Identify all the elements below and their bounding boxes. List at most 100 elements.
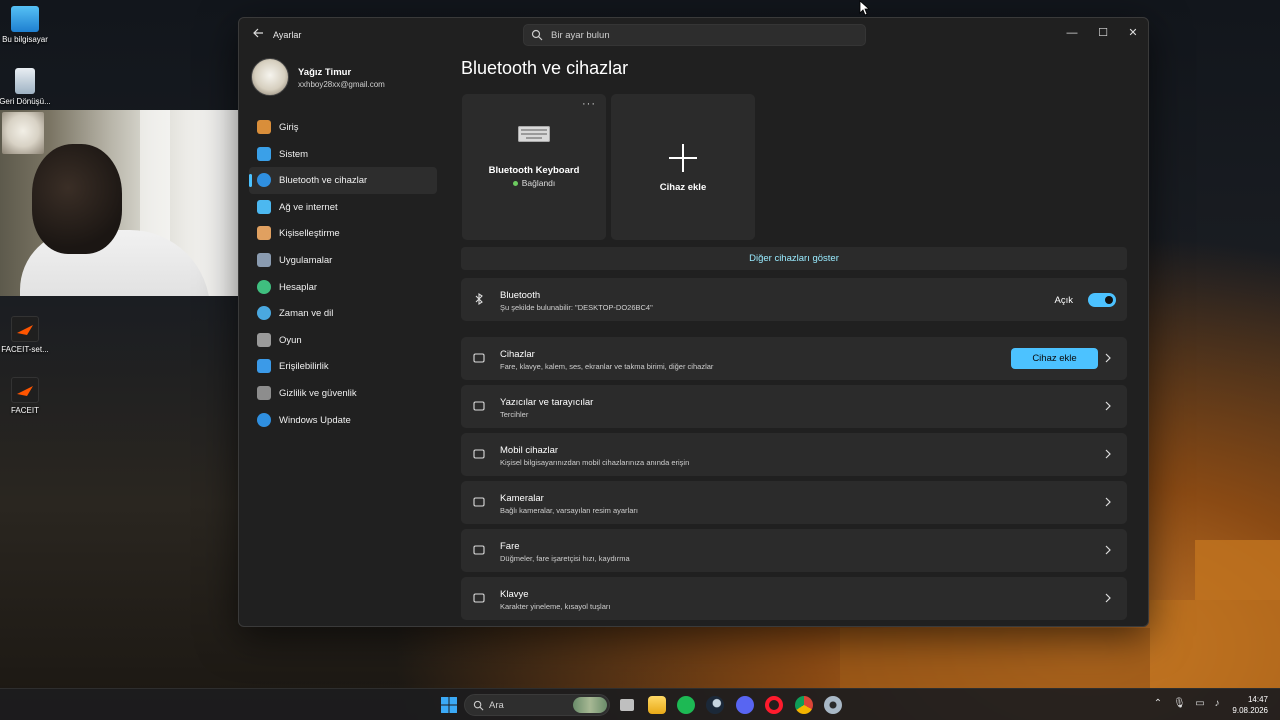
monitor-icon — [11, 6, 39, 32]
sidebar-item-home[interactable]: Giriş — [249, 114, 437, 141]
sidebar-item-bluetooth[interactable]: Bluetooth ve cihazlar — [249, 167, 437, 194]
camera-icon — [473, 497, 485, 507]
chrome-icon[interactable] — [795, 696, 813, 714]
apps-icon — [257, 252, 271, 267]
add-device-button[interactable]: Cihaz ekle — [1011, 348, 1098, 369]
settings-row-camera[interactable]: Kameralar Bağlı kameralar, varsayılan res… — [461, 481, 1127, 524]
windows-start-icon[interactable] — [440, 696, 458, 714]
spotify-icon[interactable] — [677, 696, 695, 714]
sidebar-item-apps[interactable]: Uygulamalar — [249, 247, 437, 274]
network-icon[interactable]: ▭ — [1194, 698, 1206, 710]
desktop-icon-label: FACEIT-set... — [1, 345, 49, 354]
avatar[interactable] — [251, 58, 289, 96]
system-icon — [257, 146, 271, 161]
brush-icon — [257, 226, 271, 241]
row-title: Cihazlar — [500, 349, 535, 360]
sidebar-item-label: Ağ ve internet — [279, 201, 338, 213]
sidebar-item-update[interactable]: Windows Update — [249, 407, 437, 434]
row-subtitle: Kişisel bilgisayarınızdan mobil cihazlar… — [500, 458, 690, 467]
sidebar-item-label: Oyun — [279, 334, 302, 346]
close-button[interactable]: ✕ — [1118, 22, 1148, 44]
printer-icon — [473, 401, 485, 411]
sidebar-item-wifi[interactable]: Ağ ve internet — [249, 194, 437, 221]
settings-row-devices[interactable]: Cihazlar Fare, klavye, kalem, ses, ekranl… — [461, 337, 1127, 380]
title-bar: Ayarlar Bir ayar bulun — ☐ ✕ — [239, 18, 1148, 52]
search-icon — [473, 700, 484, 711]
clock-time: 14:47 — [1247, 695, 1268, 704]
chevron-right-icon[interactable] — [1102, 496, 1114, 508]
sidebar-item-account[interactable]: Hesaplar — [249, 274, 437, 301]
search-highlight-image — [573, 697, 607, 713]
bluetooth-toggle[interactable] — [1088, 293, 1116, 307]
sidebar-item-label: Erişilebilirlik — [279, 361, 329, 373]
minimize-button[interactable]: — — [1057, 22, 1087, 44]
taskbar-clock[interactable]: 14:47 9.08.2026 — [1232, 694, 1268, 716]
desktop-icon-label: FACEIT — [10, 406, 39, 415]
chevron-right-icon[interactable] — [1102, 400, 1114, 412]
faceit-icon — [11, 316, 39, 342]
chevron-right-icon[interactable] — [1102, 352, 1114, 364]
desktop-icon-recycle-bin[interactable]: Geri Dönüşü... — [0, 68, 52, 106]
bluetooth-row: Bluetooth Şu şekilde bulunabilir: "DESKT… — [461, 278, 1127, 321]
settings-row-mouse[interactable]: Fare Düğmeler, fare işaretçisi hızı, kayd… — [461, 529, 1127, 572]
gamepad-icon — [257, 332, 271, 347]
settings-gear-icon[interactable] — [824, 696, 842, 714]
arrow-left-icon — [253, 28, 263, 38]
row-title: Yazıcılar ve tarayıcılar — [500, 397, 594, 408]
sidebar-item-system[interactable]: Sistem — [249, 141, 437, 168]
settings-row-phone[interactable]: Mobil cihazlar Kişisel bilgisayarınızdan … — [461, 433, 1127, 476]
maximize-button[interactable]: ☐ — [1088, 22, 1118, 44]
connected-dot-icon — [512, 181, 518, 187]
sidebar-item-accessibility[interactable]: Erişilebilirlik — [249, 353, 437, 380]
chevron-right-icon[interactable] — [1102, 448, 1114, 460]
faceit-icon — [11, 377, 39, 403]
volume-icon[interactable]: ♪ — [1211, 698, 1223, 710]
clock-date: 9.08.2026 — [1232, 706, 1268, 715]
mouse-cursor-icon — [859, 0, 871, 16]
chevron-right-icon[interactable] — [1102, 544, 1114, 556]
desktop-icon-faceit-setup[interactable]: FACEIT-set... — [0, 316, 52, 354]
back-button[interactable] — [249, 26, 267, 44]
file-explorer-icon[interactable] — [648, 696, 666, 714]
bluetooth-title: Bluetooth — [500, 290, 541, 301]
row-title: Fare — [500, 541, 520, 552]
show-more-devices-link[interactable]: Diğer cihazları göster — [461, 247, 1127, 270]
settings-row-printer[interactable]: Yazıcılar ve tarayıcılar Tercihler — [461, 385, 1127, 428]
opera-icon[interactable] — [765, 696, 783, 714]
add-device-card[interactable]: Cihaz ekle — [611, 94, 755, 240]
discord-icon[interactable] — [736, 696, 754, 714]
row-subtitle: Düğmeler, fare işaretçisi hızı, kaydırma — [500, 554, 630, 563]
taskbar-search[interactable]: Ara — [464, 694, 610, 716]
taskbar-search-label: Ara — [489, 700, 504, 711]
profile-name: Yağız Timur — [298, 67, 352, 78]
settings-row-keyboard[interactable]: Klavye Karakter yineleme, kısayol tuşları — [461, 577, 1127, 620]
bluetooth-icon — [475, 292, 483, 306]
home-icon — [257, 120, 271, 134]
device-card-bluetooth-keyboard[interactable]: ··· Bluetooth Keyboard Bağlandı — [462, 94, 606, 240]
background-block — [840, 628, 1150, 688]
sidebar-item-label: Windows Update — [279, 414, 351, 426]
add-device-label: Cihaz ekle — [659, 182, 707, 193]
microphone-icon[interactable]: 🎙 — [1173, 698, 1186, 710]
bluetooth-toggle-label: Açık — [1054, 295, 1073, 306]
sidebar-item-brush[interactable]: Kişiselleştirme — [249, 220, 437, 247]
settings-window: Ayarlar Bir ayar bulun — ☐ ✕ Yağız Timur… — [238, 17, 1149, 627]
desktop-icon-this-pc[interactable]: Bu bilgisayar — [0, 6, 52, 44]
more-options-button[interactable]: ··· — [582, 98, 596, 110]
search-placeholder: Bir ayar bulun — [551, 30, 610, 41]
task-view-icon[interactable] — [620, 699, 634, 711]
chevron-right-icon[interactable] — [1102, 592, 1114, 604]
background-block — [1150, 600, 1280, 688]
recycle-bin-icon — [15, 68, 35, 94]
row-subtitle: Bağlı kameralar, varsayılan resim ayarla… — [500, 506, 638, 515]
steam-icon[interactable] — [706, 696, 724, 714]
accessibility-icon — [257, 359, 271, 374]
sidebar-item-gamepad[interactable]: Oyun — [249, 327, 437, 354]
sidebar-item-label: Uygulamalar — [279, 254, 333, 266]
sidebar-nav: Giriş Sistem Bluetooth ve cihazlar Ağ ve in… — [249, 114, 437, 433]
sidebar-item-shield[interactable]: Gizlilik ve güvenlik — [249, 380, 437, 407]
settings-search-input[interactable]: Bir ayar bulun — [523, 24, 866, 46]
desktop-icon-faceit[interactable]: FACEIT — [0, 377, 52, 415]
chevron-up-icon[interactable]: ⌃ — [1152, 698, 1164, 710]
sidebar-item-clock-globe[interactable]: Zaman ve dil — [249, 300, 437, 327]
